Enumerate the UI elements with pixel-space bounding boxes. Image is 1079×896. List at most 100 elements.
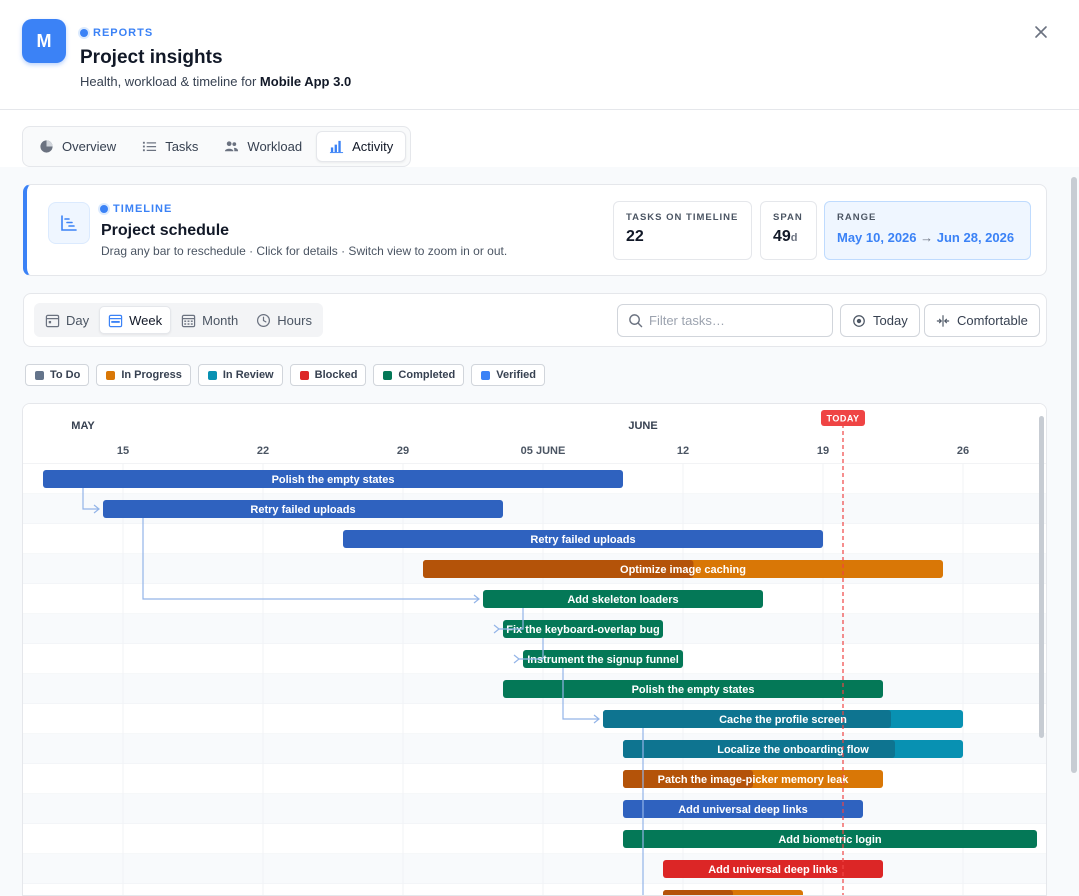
modal-subtitle: Health, workload & timeline for Mobile A… <box>80 74 351 89</box>
gantt-bar-label: Add universal deep links <box>678 804 808 816</box>
panel-scrollbar[interactable] <box>1071 177 1077 773</box>
project-insights-modal: M REPORTS Project insights Health, workl… <box>0 0 1079 896</box>
target-icon <box>853 314 865 327</box>
gantt-tick-label: 26 <box>957 445 969 457</box>
gantt-tick-label: 12 <box>677 445 689 457</box>
view-day-button[interactable]: Day <box>37 306 97 334</box>
gantt-scrollbar[interactable] <box>1039 416 1044 738</box>
view-hours-button[interactable]: Hours <box>248 306 320 334</box>
calendar-week-icon <box>108 314 123 327</box>
gantt-row <box>23 764 1046 794</box>
span-stat: SPAN 49d <box>760 201 817 260</box>
legend-swatch <box>299 370 309 380</box>
tab-label: Overview <box>62 139 117 154</box>
stat-value: May 10, 2026 → Jun 28, 2026 <box>837 230 1018 245</box>
legend-swatch <box>35 370 44 380</box>
filter-tasks-field[interactable] <box>617 304 833 337</box>
gantt-bar-progress <box>663 890 733 895</box>
gantt-bar-label: Optimize image caching <box>620 564 746 576</box>
legend-label: Verified <box>496 369 537 381</box>
status-legend: To Do In Progress In Review Blocked Comp… <box>25 364 546 386</box>
legend-in-review[interactable]: In Review <box>197 364 283 386</box>
tab-label: Activity <box>352 139 394 154</box>
gantt-bar-label: Polish the empty states <box>272 474 395 486</box>
legend-swatch <box>481 370 491 380</box>
close-icon <box>1035 26 1047 38</box>
calendar-month-icon <box>181 314 196 327</box>
view-week-button[interactable]: Week <box>99 306 172 334</box>
modal-header: M REPORTS Project insights Health, workl… <box>0 0 1079 110</box>
gantt-bar-label: Add universal deep links <box>708 864 838 876</box>
users-icon <box>225 141 239 152</box>
gantt-bar-label: Patch the image-picker memory leak <box>658 774 850 786</box>
timeline-summary-card: TIMELINE Project schedule Drag any bar t… <box>23 184 1047 276</box>
tab-workload[interactable]: Workload <box>212 131 314 162</box>
tab-label: Tasks <box>165 139 199 154</box>
tab-tasks[interactable]: Tasks <box>130 131 210 162</box>
gantt-bar-label: Instrument the signup funnel <box>527 654 679 666</box>
legend-label: Blocked <box>314 369 358 381</box>
bar-chart-icon <box>330 140 344 154</box>
legend-todo[interactable]: To Do <box>25 364 90 386</box>
range-stat: RANGE May 10, 2026 → Jun 28, 2026 <box>824 201 1031 260</box>
eyebrow-dot-icon <box>100 205 108 213</box>
today-label: Today <box>873 313 908 328</box>
stat-value: 22 <box>626 228 644 245</box>
gantt-bar-label: Retry failed uploads <box>530 534 635 546</box>
gantt-month-label: JUNE <box>628 420 657 432</box>
modal-title: Project insights <box>80 47 223 68</box>
gantt-month-label: MAY <box>71 420 95 432</box>
search-icon <box>629 314 643 328</box>
timeline-eyebrow: TIMELINE <box>100 203 172 215</box>
view-label: Week <box>129 312 163 328</box>
timeline-icon <box>48 202 90 244</box>
gantt-tick-label: 22 <box>257 445 269 457</box>
span-value: 49 <box>773 228 791 245</box>
stat-label: RANGE <box>837 212 877 223</box>
range-arrow-icon: → <box>920 230 934 245</box>
subtitle-prefix: Health, workload & timeline for <box>80 74 260 89</box>
close-button[interactable] <box>1030 23 1052 45</box>
tasks-on-timeline-stat: TASKS ON TIMELINE 22 <box>613 201 752 260</box>
project-name: Mobile App 3.0 <box>259 74 352 89</box>
legend-verified[interactable]: Verified <box>471 364 546 386</box>
tab-overview[interactable]: Overview <box>27 131 128 162</box>
gantt-tick-label: 29 <box>397 445 409 457</box>
compress-icon <box>936 314 950 327</box>
pie-chart-icon <box>40 140 53 153</box>
stat-label: SPAN <box>773 212 803 223</box>
timeline-eyebrow-label: TIMELINE <box>113 203 173 215</box>
legend-label: Completed <box>398 369 456 381</box>
gantt-bar-label: Add skeleton loaders <box>567 594 678 606</box>
view-label: Month <box>202 312 239 328</box>
view-month-button[interactable]: Month <box>173 306 246 334</box>
legend-label: In Progress <box>121 369 182 381</box>
reports-eyebrow: REPORTS <box>80 27 153 39</box>
timeline-title: Project schedule <box>101 222 230 239</box>
density-button[interactable]: Comfortable <box>924 304 1040 337</box>
gantt-row <box>23 794 1046 824</box>
legend-label: To Do <box>50 369 81 381</box>
eyebrow-label: REPORTS <box>93 27 154 39</box>
gantt-tick-label: 05 JUNE <box>521 445 566 457</box>
gantt-row <box>23 854 1046 884</box>
project-avatar: M <box>22 19 66 63</box>
gantt-bar-label: Add biometric login <box>778 834 882 846</box>
legend-swatch <box>207 370 217 380</box>
legend-completed[interactable]: Completed <box>373 364 465 386</box>
tab-label: Workload <box>247 139 303 154</box>
view-switcher: Day Week Month Hours <box>34 303 323 337</box>
range-start: May 10, 2026 <box>837 230 917 245</box>
gantt-chart: MAY JUNE 15 22 29 05 JUNE 12 19 26 Polish the emp… <box>22 403 1047 896</box>
legend-in-progress[interactable]: In Progress <box>96 364 191 386</box>
today-button[interactable]: Today <box>840 304 920 337</box>
gantt-bar-label: Retry failed uploads <box>250 504 355 516</box>
legend-blocked[interactable]: Blocked <box>289 364 367 386</box>
clock-icon <box>257 313 271 327</box>
gantt-tick-label: 19 <box>817 445 829 457</box>
today-badge-label: TODAY <box>826 414 859 424</box>
report-tabs: Overview Tasks Workload Activity <box>22 126 412 167</box>
gantt-icon <box>61 215 77 231</box>
tab-activity[interactable]: Activity <box>316 131 407 162</box>
filter-tasks-input[interactable] <box>649 313 819 328</box>
